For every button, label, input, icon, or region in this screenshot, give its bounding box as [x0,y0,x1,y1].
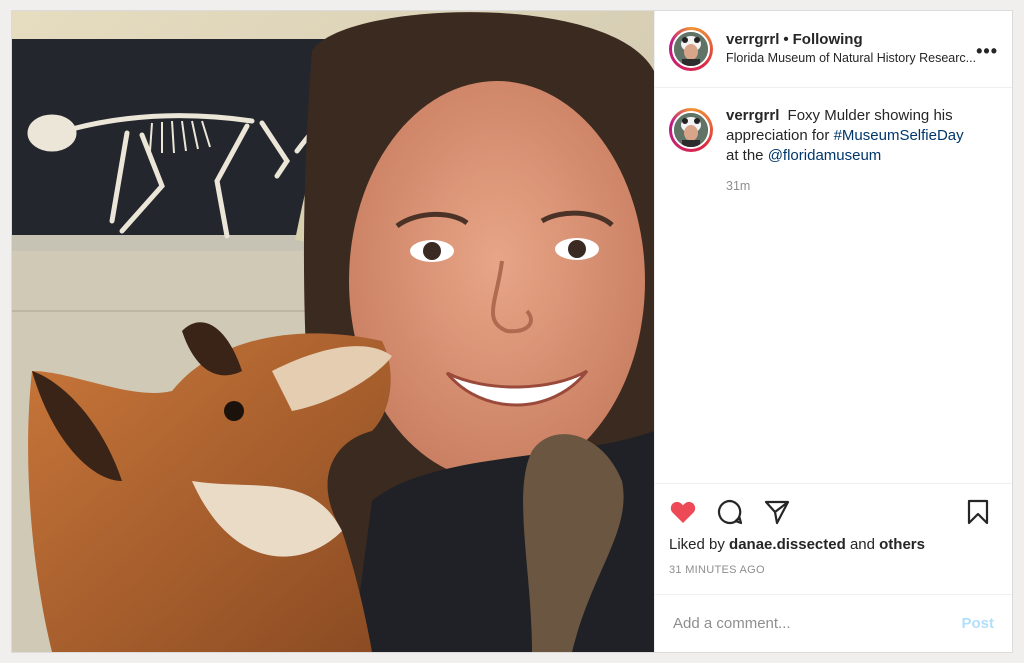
caption-row: verrgrrl Foxy Mulder showing his appreci… [669,106,996,166]
mention-link[interactable]: @floridamuseum [768,147,882,164]
hashtag-link[interactable]: #MuseumSelfieDay [834,127,964,144]
heart-filled-icon[interactable] [669,498,697,526]
post-timestamp[interactable]: 31 MINUTES AGO [669,564,998,576]
comment-composer: Post [655,594,1012,652]
following-button[interactable]: Following [793,31,863,48]
header-text: verrgrrl • Following Florida Museum of Nat… [726,30,996,68]
comments-area: verrgrrl Foxy Mulder showing his appreci… [655,88,1012,483]
caption-timestamp[interactable]: 31m [726,179,996,193]
avatar-image-icon [674,113,708,147]
post-dialog: verrgrrl • Following Florida Museum of Nat… [11,10,1013,653]
photo-illustration [12,11,654,652]
post-side-panel: verrgrrl • Following Florida Museum of Nat… [654,11,1012,652]
avatar-image-icon [674,32,708,66]
action-bar: Liked by danae.dissected and others 31 M… [655,483,1012,576]
paper-plane-icon[interactable] [763,498,791,526]
post-header: verrgrrl • Following Florida Museum of Nat… [655,11,1012,88]
bookmark-icon[interactable] [964,498,992,526]
caption-body-2: at the [726,147,764,164]
action-icons [669,484,998,540]
story-ring[interactable] [669,27,713,71]
caption-avatar[interactable] [672,111,710,149]
comment-input[interactable] [673,615,962,632]
comment-icon[interactable] [716,498,744,526]
avatar[interactable] [672,30,710,68]
header-username[interactable]: verrgrrl [726,31,779,48]
separator-dot: • [783,31,789,48]
post-photo[interactable] [12,11,654,652]
header-title-line: verrgrrl • Following [726,30,996,49]
caption-username[interactable]: verrgrrl [726,107,779,124]
location-link[interactable]: Florida Museum of Natural History Resear… [726,49,998,68]
caption-story-ring[interactable] [669,108,713,152]
caption-text: verrgrrl Foxy Mulder showing his appreci… [726,106,996,166]
post-comment-button[interactable]: Post [961,615,994,632]
more-options-icon[interactable]: ••• [976,41,998,62]
